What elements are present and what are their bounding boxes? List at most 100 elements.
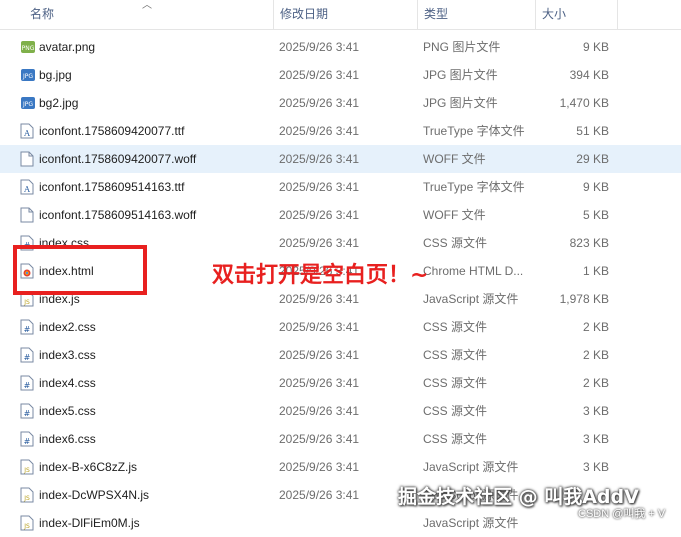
file-type: JPG 图片文件 bbox=[423, 96, 498, 110]
file-row[interactable]: PNG avatar.png 2025/9/26 3:41 PNG 图片文件 9 KB bbox=[0, 33, 681, 61]
file-row[interactable]: # index4.css 2025/9/26 3:41 CSS 源文件 2 KB bbox=[0, 369, 681, 397]
file-name: index-DlFiEm0M.js bbox=[39, 516, 140, 530]
file-name: bg2.jpg bbox=[39, 96, 79, 110]
file-name: index2.css bbox=[39, 320, 96, 334]
file-row[interactable]: iconfont.1758609514163.woff 2025/9/26 3:4… bbox=[0, 201, 681, 229]
csdn-watermark: CSDN @叫我 + V bbox=[578, 508, 666, 520]
css-icon: # bbox=[20, 347, 34, 363]
sort-caret-icon: ︿ bbox=[142, 0, 152, 11]
file-size: 2 KB bbox=[582, 348, 609, 362]
file-name: index-B-x6C8zZ.js bbox=[39, 460, 138, 474]
file-size: 2 KB bbox=[582, 320, 609, 334]
css-icon: # bbox=[20, 403, 34, 419]
svg-text:#: # bbox=[24, 409, 31, 418]
css-icon: # bbox=[20, 319, 34, 335]
file-name: iconfont.1758609514163.woff bbox=[39, 208, 197, 222]
file-size: 823 KB bbox=[569, 236, 609, 250]
js-icon: JS bbox=[20, 515, 34, 531]
file-row[interactable]: iconfont.1758609420077.woff 2025/9/26 3:4… bbox=[0, 145, 681, 173]
file-name: iconfont.1758609420077.ttf bbox=[39, 124, 185, 138]
file-name: index6.css bbox=[39, 432, 96, 446]
file-name: bg.jpg bbox=[39, 68, 72, 82]
file-size: 3 KB bbox=[582, 460, 609, 474]
file-icon bbox=[20, 151, 34, 167]
svg-text:JS: JS bbox=[23, 467, 30, 474]
file-type: CSS 源文件 bbox=[423, 432, 488, 446]
file-date: 2025/9/26 3:41 bbox=[279, 460, 360, 474]
svg-text:JS: JS bbox=[23, 495, 30, 502]
file-row[interactable]: # index2.css 2025/9/26 3:41 CSS 源文件 2 KB bbox=[0, 313, 681, 341]
file-size: 9 KB bbox=[582, 40, 609, 54]
file-row[interactable]: JS index-B-x6C8zZ.js 2025/9/26 3:41 JavaScr… bbox=[0, 453, 681, 481]
column-size[interactable]: 大小 bbox=[535, 0, 617, 29]
file-date: 2025/9/26 3:41 bbox=[279, 348, 360, 362]
file-size: 1 KB bbox=[582, 264, 609, 278]
file-type: TrueType 字体文件 bbox=[423, 180, 525, 194]
file-size: 1,470 KB bbox=[559, 96, 609, 110]
column-name[interactable]: 名称 bbox=[30, 0, 54, 29]
file-size: 3 KB bbox=[582, 432, 609, 446]
file-type: JPG 图片文件 bbox=[423, 68, 498, 82]
column-type[interactable]: 类型 bbox=[417, 0, 535, 29]
file-date: 2025/9/26 3:41 bbox=[279, 68, 360, 82]
file-name: index3.css bbox=[39, 348, 96, 362]
file-type: Chrome HTML D... bbox=[423, 264, 524, 278]
file-type: CSS 源文件 bbox=[423, 348, 488, 362]
svg-text:#: # bbox=[24, 325, 31, 334]
file-date: 2025/9/26 3:41 bbox=[279, 404, 360, 418]
js-icon: JS bbox=[20, 459, 34, 475]
file-row[interactable]: JPG bg2.jpg 2025/9/26 3:41 JPG 图片文件 1,470 KB bbox=[0, 89, 681, 117]
annotation-text: 双击打开是空白页！~ bbox=[212, 263, 429, 288]
file-row[interactable]: Aiconfont.1758609420077.ttf 2025/9/26 3:4… bbox=[0, 117, 681, 145]
file-size: 3 KB bbox=[582, 404, 609, 418]
file-type: CSS 源文件 bbox=[423, 320, 488, 334]
file-name: avatar.png bbox=[39, 40, 96, 54]
js-icon: JS bbox=[20, 487, 34, 503]
file-date: 2025/9/26 3:41 bbox=[279, 432, 360, 446]
file-date: 2025/9/26 3:41 bbox=[279, 96, 360, 110]
file-date: 2025/9/26 3:41 bbox=[279, 292, 360, 306]
column-extra[interactable] bbox=[617, 0, 681, 29]
column-date[interactable]: 修改日期 bbox=[273, 0, 417, 29]
file-name: index-DcWPSX4N.js bbox=[39, 488, 150, 502]
file-date: 2025/9/26 3:41 bbox=[279, 236, 360, 250]
file-size: 9 KB bbox=[582, 180, 609, 194]
file-size: 394 KB bbox=[569, 68, 609, 82]
file-row[interactable]: JPG bg.jpg 2025/9/26 3:41 JPG 图片文件 394 KB bbox=[0, 61, 681, 89]
file-row[interactable]: # index5.css 2025/9/26 3:41 CSS 源文件 3 KB bbox=[0, 397, 681, 425]
file-date: 2025/9/26 3:41 bbox=[279, 40, 360, 54]
file-type: PNG 图片文件 bbox=[423, 40, 501, 54]
file-icon bbox=[20, 207, 34, 223]
file-size: 5 KB bbox=[582, 208, 609, 222]
svg-text:JS: JS bbox=[23, 299, 30, 306]
file-type: JavaScript 源文件 bbox=[423, 292, 519, 306]
column-header: ︿ 名称 修改日期 类型 大小 bbox=[0, 0, 681, 30]
file-size: 29 KB bbox=[576, 152, 609, 166]
file-size: 51 KB bbox=[576, 124, 609, 138]
jpg-icon: JPG bbox=[20, 67, 35, 83]
file-type: JavaScript 源文件 bbox=[423, 460, 519, 474]
file-type: CSS 源文件 bbox=[423, 376, 488, 390]
file-date: 2025/9/26 3:41 bbox=[279, 124, 360, 138]
file-type: CSS 源文件 bbox=[423, 404, 488, 418]
file-size: 1,978 KB bbox=[559, 292, 609, 306]
file-name: index4.css bbox=[39, 376, 96, 390]
file-row[interactable]: Aiconfont.1758609514163.ttf 2025/9/26 3:4… bbox=[0, 173, 681, 201]
ttf-icon: A bbox=[20, 123, 34, 139]
ttf-icon: A bbox=[20, 179, 34, 195]
file-type: WOFF 文件 bbox=[423, 152, 486, 166]
file-date: 2025/9/26 3:41 bbox=[279, 180, 360, 194]
file-date: 2025/9/26 3:41 bbox=[279, 152, 360, 166]
file-date: 2025/9/26 3:41 bbox=[279, 320, 360, 334]
svg-text:JPG: JPG bbox=[22, 73, 33, 80]
file-type: TrueType 字体文件 bbox=[423, 124, 525, 138]
file-date: 2025/9/26 3:41 bbox=[279, 488, 360, 502]
svg-text:#: # bbox=[24, 437, 31, 446]
svg-text:#: # bbox=[24, 381, 31, 390]
svg-text:A: A bbox=[23, 185, 30, 194]
file-size: 2 KB bbox=[582, 376, 609, 390]
file-row[interactable]: # index3.css 2025/9/26 3:41 CSS 源文件 2 KB bbox=[0, 341, 681, 369]
file-row[interactable]: # index6.css 2025/9/26 3:41 CSS 源文件 3 KB bbox=[0, 425, 681, 453]
file-date: 2025/9/26 3:41 bbox=[279, 376, 360, 390]
jpg-icon: JPG bbox=[20, 95, 35, 111]
